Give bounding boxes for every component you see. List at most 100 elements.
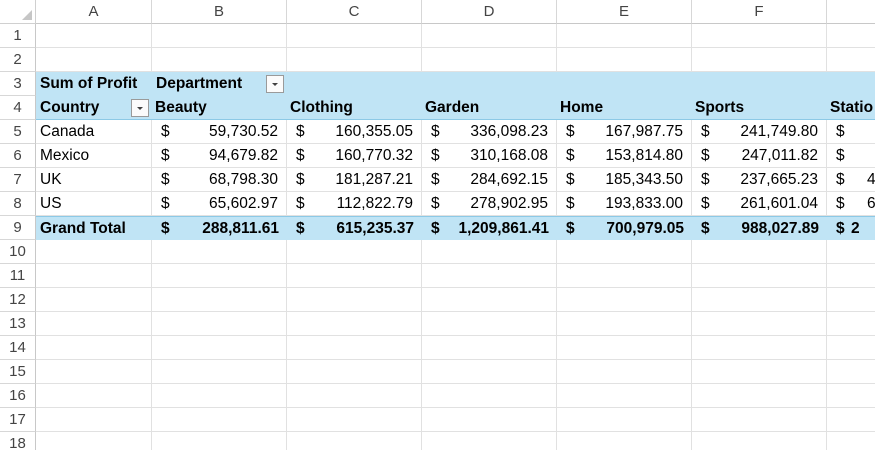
pivot-row-country[interactable]: Canada [36, 120, 152, 144]
grid-cell[interactable] [152, 288, 287, 312]
grid-cell[interactable] [557, 288, 692, 312]
row-header-18[interactable]: 18 [0, 432, 36, 450]
grid-cell[interactable] [557, 24, 692, 48]
country-filter-dropdown-icon[interactable] [131, 99, 149, 117]
column-header-d[interactable]: D [422, 0, 557, 24]
grid-cell[interactable] [152, 336, 287, 360]
grid-cell[interactable] [827, 432, 875, 450]
grid-cell[interactable] [422, 312, 557, 336]
grid-cell[interactable] [287, 288, 422, 312]
grid-cell[interactable] [692, 288, 827, 312]
grid-cell[interactable] [152, 432, 287, 450]
grid-cell[interactable] [287, 360, 422, 384]
pivot-value-cell[interactable]: $ [827, 120, 875, 144]
row-header-1[interactable]: 1 [0, 24, 36, 48]
grid-cell[interactable] [152, 312, 287, 336]
grid-cell[interactable] [422, 336, 557, 360]
grid-cell[interactable] [287, 24, 422, 48]
grid-cell[interactable] [36, 240, 152, 264]
grid-cell[interactable] [36, 312, 152, 336]
grid-cell[interactable] [36, 360, 152, 384]
grid-cell[interactable] [36, 24, 152, 48]
pivot-value-cell[interactable]: $237,665.23 [692, 168, 827, 192]
grid-cell[interactable] [287, 384, 422, 408]
pivot-value-cell[interactable]: $241,749.80 [692, 120, 827, 144]
grid-cell[interactable] [422, 408, 557, 432]
grid-cell[interactable] [692, 432, 827, 450]
pivot-value-cell[interactable]: $261,601.04 [692, 192, 827, 216]
grand-total-cell[interactable]: $700,979.05 [557, 216, 692, 240]
grid-cell[interactable] [36, 384, 152, 408]
pivot-value-cell[interactable]: $4 [827, 168, 875, 192]
grid-cell[interactable] [692, 48, 827, 72]
grid-cell[interactable] [422, 264, 557, 288]
grid-cell[interactable] [692, 408, 827, 432]
grid-cell[interactable] [827, 24, 875, 48]
grid-cell[interactable] [36, 432, 152, 450]
row-header-4[interactable]: 4 [0, 96, 36, 120]
row-header-5[interactable]: 5 [0, 120, 36, 144]
pivot-value-cell[interactable]: $181,287.21 [287, 168, 422, 192]
row-header-3[interactable]: 3 [0, 72, 36, 96]
pivot-value-cell[interactable]: $153,814.80 [557, 144, 692, 168]
pivot-value-cell[interactable]: $6 [827, 192, 875, 216]
grid-cell[interactable] [557, 336, 692, 360]
column-header-b[interactable]: B [152, 0, 287, 24]
row-header-11[interactable]: 11 [0, 264, 36, 288]
pivot-value-cell[interactable]: $160,355.05 [287, 120, 422, 144]
pivot-value-cell[interactable]: $336,098.23 [422, 120, 557, 144]
grid-cell[interactable] [557, 432, 692, 450]
pivot-value-cell[interactable]: $94,679.82 [152, 144, 287, 168]
grid-cell[interactable] [36, 264, 152, 288]
grid-cell[interactable] [152, 384, 287, 408]
grid-cell[interactable] [827, 240, 875, 264]
spreadsheet-grid[interactable]: A B C D E F 1 2 3 4 5 6 7 8 9 10 11 12 13 14 15 16 17 18 Sum of … [0, 0, 875, 450]
grid-cell[interactable] [422, 48, 557, 72]
pivot-row-country[interactable]: Mexico [36, 144, 152, 168]
row-header-13[interactable]: 13 [0, 312, 36, 336]
department-filter-dropdown-icon[interactable] [266, 75, 284, 93]
grid-cell[interactable] [36, 336, 152, 360]
grand-total-label[interactable]: Grand Total [36, 216, 152, 240]
grid-cell[interactable] [557, 264, 692, 288]
row-header-10[interactable]: 10 [0, 240, 36, 264]
column-header-g[interactable] [827, 0, 875, 24]
grid-cell[interactable] [422, 288, 557, 312]
pivot-value-cell[interactable]: $ [827, 144, 875, 168]
pivot-department-header[interactable]: Sports [691, 96, 826, 120]
pivot-value-cell[interactable]: $68,798.30 [152, 168, 287, 192]
grid-cell[interactable] [152, 360, 287, 384]
row-header-14[interactable]: 14 [0, 336, 36, 360]
pivot-value-cell[interactable]: $278,902.95 [422, 192, 557, 216]
grid-cell[interactable] [287, 48, 422, 72]
pivot-value-cell[interactable]: $310,168.08 [422, 144, 557, 168]
select-all-corner[interactable] [0, 0, 36, 24]
row-header-7[interactable]: 7 [0, 168, 36, 192]
pivot-value-cell[interactable]: $185,343.50 [557, 168, 692, 192]
grand-total-cell[interactable]: $615,235.37 [287, 216, 422, 240]
grid-cell[interactable] [287, 312, 422, 336]
grid-cell[interactable] [152, 408, 287, 432]
grid-cell[interactable] [557, 408, 692, 432]
grid-cell[interactable] [152, 264, 287, 288]
grid-cell[interactable] [692, 360, 827, 384]
grid-cell[interactable] [827, 408, 875, 432]
pivot-department-header[interactable]: Home [556, 96, 691, 120]
grid-cell[interactable] [692, 384, 827, 408]
grid-cell[interactable] [152, 48, 287, 72]
grid-cell[interactable] [422, 24, 557, 48]
grid-cell[interactable] [557, 48, 692, 72]
grid-cell[interactable] [422, 360, 557, 384]
grid-cell[interactable] [827, 264, 875, 288]
pivot-row-country[interactable]: UK [36, 168, 152, 192]
grid-cell[interactable] [827, 48, 875, 72]
pivot-value-cell[interactable]: $112,822.79 [287, 192, 422, 216]
grid-cell[interactable] [422, 384, 557, 408]
row-header-6[interactable]: 6 [0, 144, 36, 168]
grid-cell[interactable] [827, 288, 875, 312]
row-header-8[interactable]: 8 [0, 192, 36, 216]
grid-cell[interactable] [152, 24, 287, 48]
grand-total-cell[interactable]: $2 [827, 216, 875, 240]
row-header-9[interactable]: 9 [0, 216, 36, 240]
grid-cell[interactable] [36, 288, 152, 312]
